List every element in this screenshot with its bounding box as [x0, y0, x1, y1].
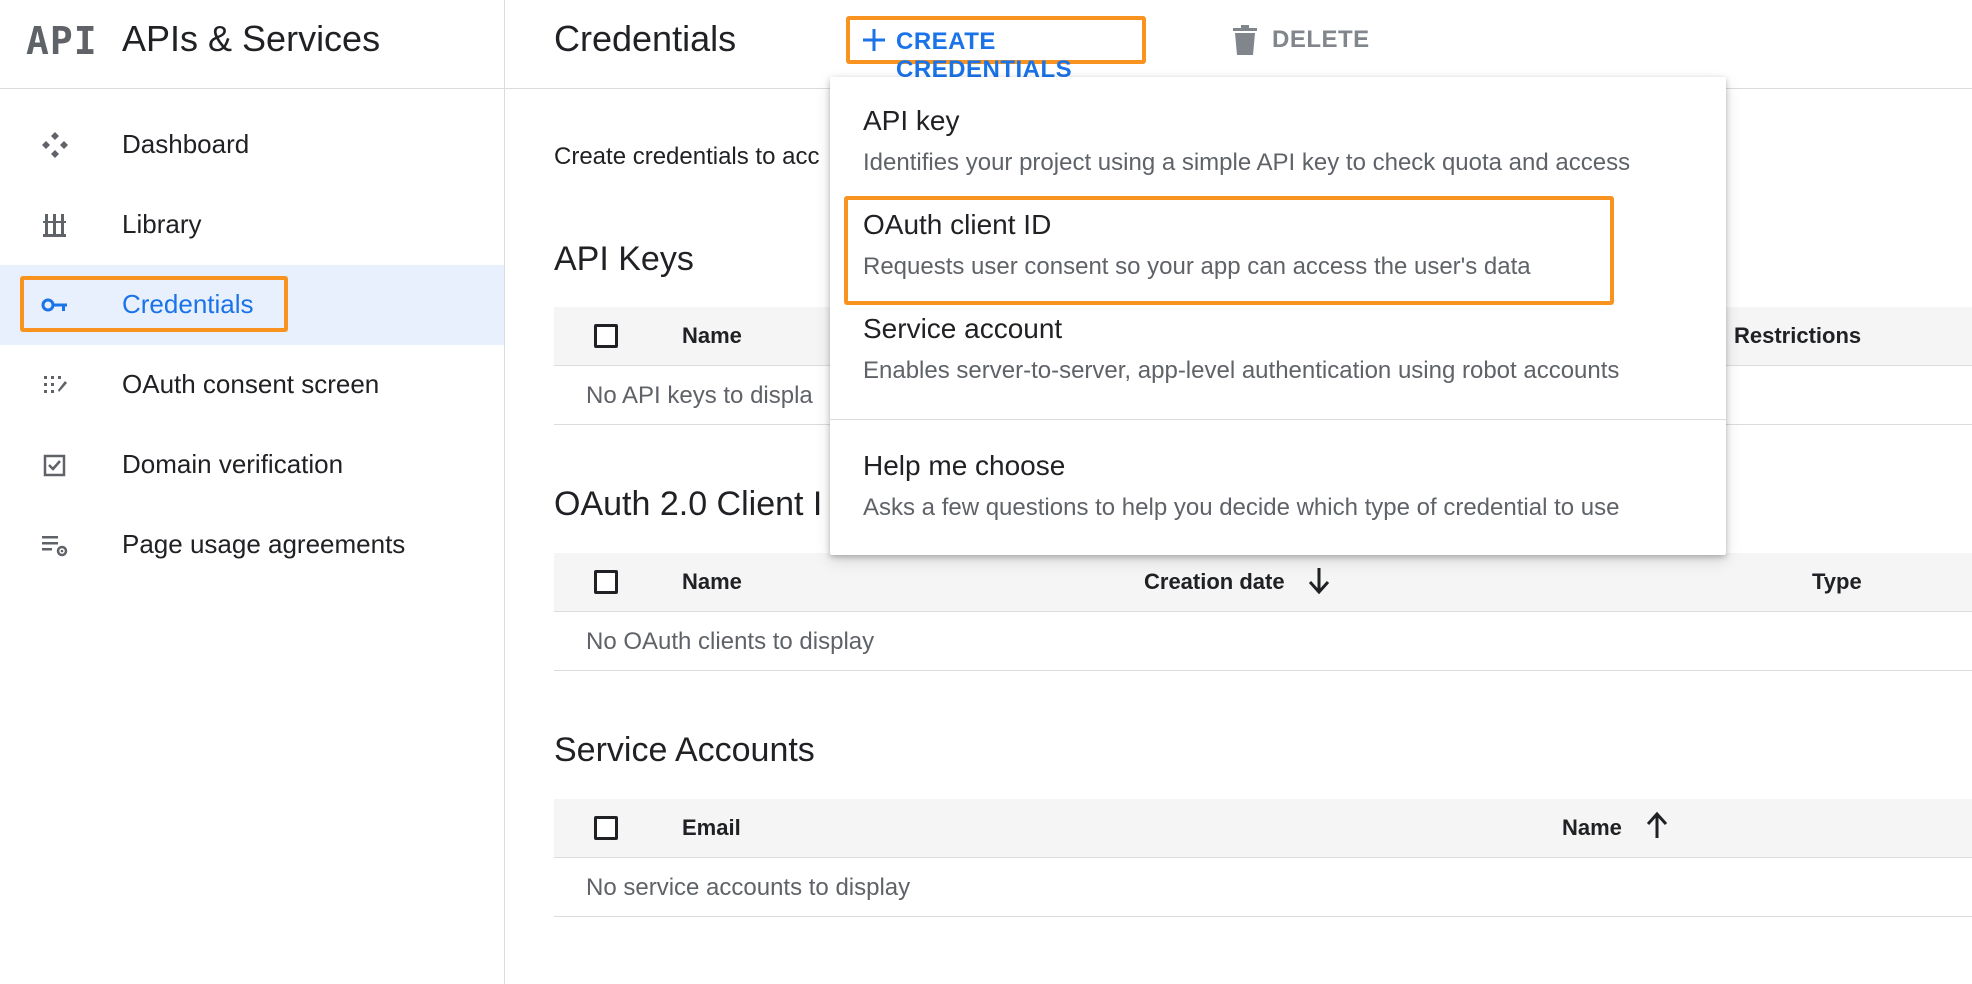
oauth-client-id-highlight	[844, 196, 1614, 305]
select-all-checkbox[interactable]	[594, 324, 618, 348]
sidebar-item-domain-verification[interactable]: Domain verification	[0, 425, 504, 505]
column-restrictions[interactable]: Restrictions	[1734, 323, 1861, 349]
column-name[interactable]: Name	[682, 323, 742, 349]
empty-message: No service accounts to display	[586, 874, 911, 901]
create-credentials-button[interactable]: CREATE CREDENTIALS	[846, 16, 1146, 83]
oauth-clients-title: OAuth 2.0 Client I	[554, 485, 823, 523]
select-all-checkbox[interactable]	[594, 816, 618, 840]
sidebar-item-library[interactable]: Library	[0, 185, 504, 265]
empty-message: No OAuth clients to display	[586, 628, 875, 655]
service-accounts-title: Service Accounts	[554, 731, 815, 769]
sidebar-item-label: Domain verification	[122, 449, 344, 479]
sidebar-item-oauth-consent[interactable]: OAuth consent screen	[0, 345, 504, 425]
column-type[interactable]: Type	[1812, 569, 1862, 595]
intro-text: Create credentials to acc	[554, 143, 820, 170]
page-title: Credentials	[554, 18, 737, 59]
credentials-highlight	[20, 276, 288, 332]
sort-down-icon[interactable]	[1306, 565, 1332, 595]
create-credentials-menu: API key Identifies your project using a …	[830, 77, 1726, 555]
consent-icon	[44, 376, 67, 393]
oauth-clients-table-header: Name Creation date Type	[554, 553, 1972, 612]
menu-item-description: Asks a few questions to help you decide …	[863, 494, 1620, 521]
menu-item-description: Enables server-to-server, app-level auth…	[863, 357, 1620, 384]
menu-item-description: Identifies your project using a simple A…	[863, 149, 1631, 176]
library-icon	[43, 214, 66, 237]
menu-item-title: Service account	[863, 313, 1063, 344]
menu-item-help-me-choose[interactable]: Help me choose Asks a few questions to h…	[830, 420, 1726, 555]
checkbox-icon	[43, 454, 66, 477]
oauth-clients-empty-row: No OAuth clients to display	[554, 612, 1972, 671]
column-name[interactable]: Name	[682, 569, 742, 595]
sidebar-item-label: Page usage agreements	[122, 529, 406, 559]
app-title: APIs & Services	[122, 18, 381, 59]
sidebar-item-label: Library	[122, 209, 202, 239]
api-logo: API	[26, 19, 98, 63]
top-bar: Credentials CREATE CREDENTIALS DELETE	[505, 0, 1972, 89]
select-all-checkbox[interactable]	[594, 570, 618, 594]
sidebar-item-label: OAuth consent screen	[122, 369, 380, 399]
api-keys-title: API Keys	[554, 240, 694, 278]
sidebar-item-label: Dashboard	[122, 129, 250, 159]
sidebar-nav: Dashboard Library Credentials OAuth cons…	[0, 105, 504, 585]
sort-up-icon[interactable]	[1644, 811, 1670, 841]
service-accounts-empty-row: No service accounts to display	[554, 858, 1972, 917]
dashboard-icon	[42, 132, 68, 158]
plus-icon	[863, 29, 885, 51]
sidebar: API APIs & Services Dashboard Library Cr…	[0, 0, 505, 984]
column-name[interactable]: Name	[1562, 815, 1622, 841]
menu-item-title: Help me choose	[863, 450, 1066, 481]
brand-header: API APIs & Services	[0, 0, 504, 89]
menu-item-title: API key	[863, 105, 960, 136]
column-email[interactable]: Email	[682, 815, 741, 841]
column-creation-date[interactable]: Creation date	[1144, 569, 1285, 595]
service-accounts-table-header: Email Name	[554, 799, 1972, 858]
sidebar-item-dashboard[interactable]: Dashboard	[0, 105, 504, 185]
empty-message: No API keys to displa	[586, 382, 813, 409]
delete-button[interactable]: DELETE	[1232, 22, 1382, 62]
sidebar-item-page-usage[interactable]: Page usage agreements	[0, 505, 504, 585]
settings-list-icon	[42, 536, 68, 557]
create-credentials-label: CREATE CREDENTIALS	[896, 28, 1073, 83]
menu-item-api-key[interactable]: API key Identifies your project using a …	[830, 77, 1726, 177]
delete-label: DELETE	[1272, 26, 1370, 53]
trash-icon	[1233, 25, 1257, 55]
